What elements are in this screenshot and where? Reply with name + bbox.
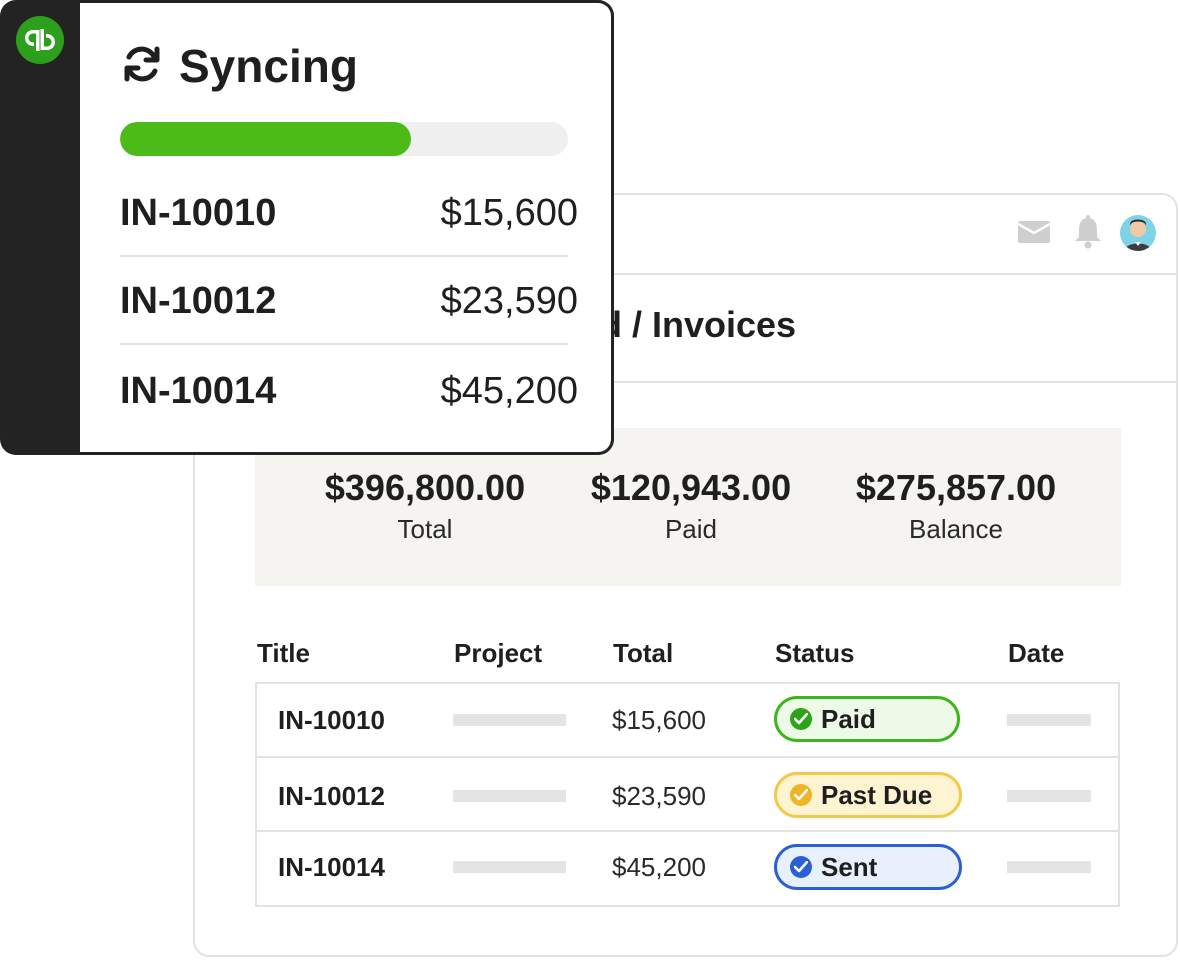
summary-paid: $120,943.00 Paid: [571, 466, 811, 546]
avatar[interactable]: [1120, 215, 1156, 251]
sync-item: IN-10010 $15,600: [120, 169, 578, 257]
refresh-icon: [124, 46, 160, 82]
sync-progress-fill: [120, 122, 412, 156]
bell-icon[interactable]: [1072, 215, 1104, 249]
sync-item: IN-10012 $23,590: [120, 257, 578, 345]
summary-balance: $275,857.00 Balance: [836, 466, 1076, 546]
check-circle-icon: [790, 784, 812, 806]
user-avatar-icon: [1124, 219, 1152, 251]
sync-panel: Syncing IN-10010 $15,600 IN-10012 $23,59…: [80, 0, 614, 455]
row-total: $15,600: [612, 705, 706, 735]
table-row[interactable]: IN-10012 $23,590 Past Due: [257, 758, 1118, 832]
sync-item-id: IN-10010: [120, 192, 277, 234]
summary-total-value: $396,800.00: [324, 467, 526, 508]
date-placeholder: [1007, 714, 1091, 726]
row-title: IN-10012: [278, 781, 385, 811]
status-badge-sent[interactable]: Sent: [774, 844, 962, 890]
summary-total: $396,800.00 Total: [305, 466, 545, 546]
sync-title: Syncing: [179, 40, 358, 92]
sync-item-amount: $15,600: [440, 192, 578, 234]
status-badge-past-due[interactable]: Past Due: [774, 772, 962, 818]
date-placeholder: [1007, 861, 1091, 873]
mail-icon[interactable]: [1018, 221, 1050, 243]
status-label: Past Due: [821, 779, 933, 810]
sync-item: IN-10014 $45,200: [120, 345, 578, 433]
check-circle-icon: [790, 856, 812, 878]
column-header-title[interactable]: Title: [257, 637, 310, 669]
status-label: Paid: [821, 703, 876, 734]
table-row[interactable]: IN-10010 $15,600 Paid: [257, 684, 1118, 758]
quickbooks-logo-icon: [16, 16, 64, 64]
sync-item-amount: $23,590: [440, 280, 578, 322]
row-title: IN-10014: [278, 852, 385, 882]
summary-balance-label: Balance: [909, 514, 1003, 544]
project-placeholder: [453, 861, 566, 873]
column-header-date[interactable]: Date: [1008, 637, 1064, 669]
summary-balance-value: $275,857.00: [855, 467, 1057, 508]
invoice-table: IN-10010 $15,600 Paid IN-10012 $23,590 P…: [255, 682, 1120, 907]
row-title: IN-10010: [278, 705, 385, 735]
column-header-status[interactable]: Status: [775, 637, 854, 669]
summary-paid-label: Paid: [664, 514, 718, 544]
sync-item-amount: $45,200: [440, 370, 578, 412]
sync-card: Syncing IN-10010 $15,600 IN-10012 $23,59…: [0, 0, 614, 455]
summary-total-label: Total: [397, 514, 453, 544]
row-total: $23,590: [612, 781, 706, 811]
column-header-project[interactable]: Project: [454, 637, 542, 669]
check-circle-icon: [790, 708, 812, 730]
status-badge-paid[interactable]: Paid: [774, 696, 960, 742]
sync-progress-bar: [120, 122, 568, 156]
project-placeholder: [453, 790, 566, 802]
summary-paid-value: $120,943.00: [590, 467, 792, 508]
status-label: Sent: [821, 851, 878, 882]
project-placeholder: [453, 714, 566, 726]
sync-item-id: IN-10014: [120, 370, 277, 412]
page-title: d / Invoices: [600, 304, 797, 345]
column-header-total[interactable]: Total: [613, 637, 673, 669]
sync-item-id: IN-10012: [120, 280, 277, 322]
table-row[interactable]: IN-10014 $45,200 Sent: [257, 832, 1118, 906]
row-total: $45,200: [612, 852, 706, 882]
date-placeholder: [1007, 790, 1091, 802]
